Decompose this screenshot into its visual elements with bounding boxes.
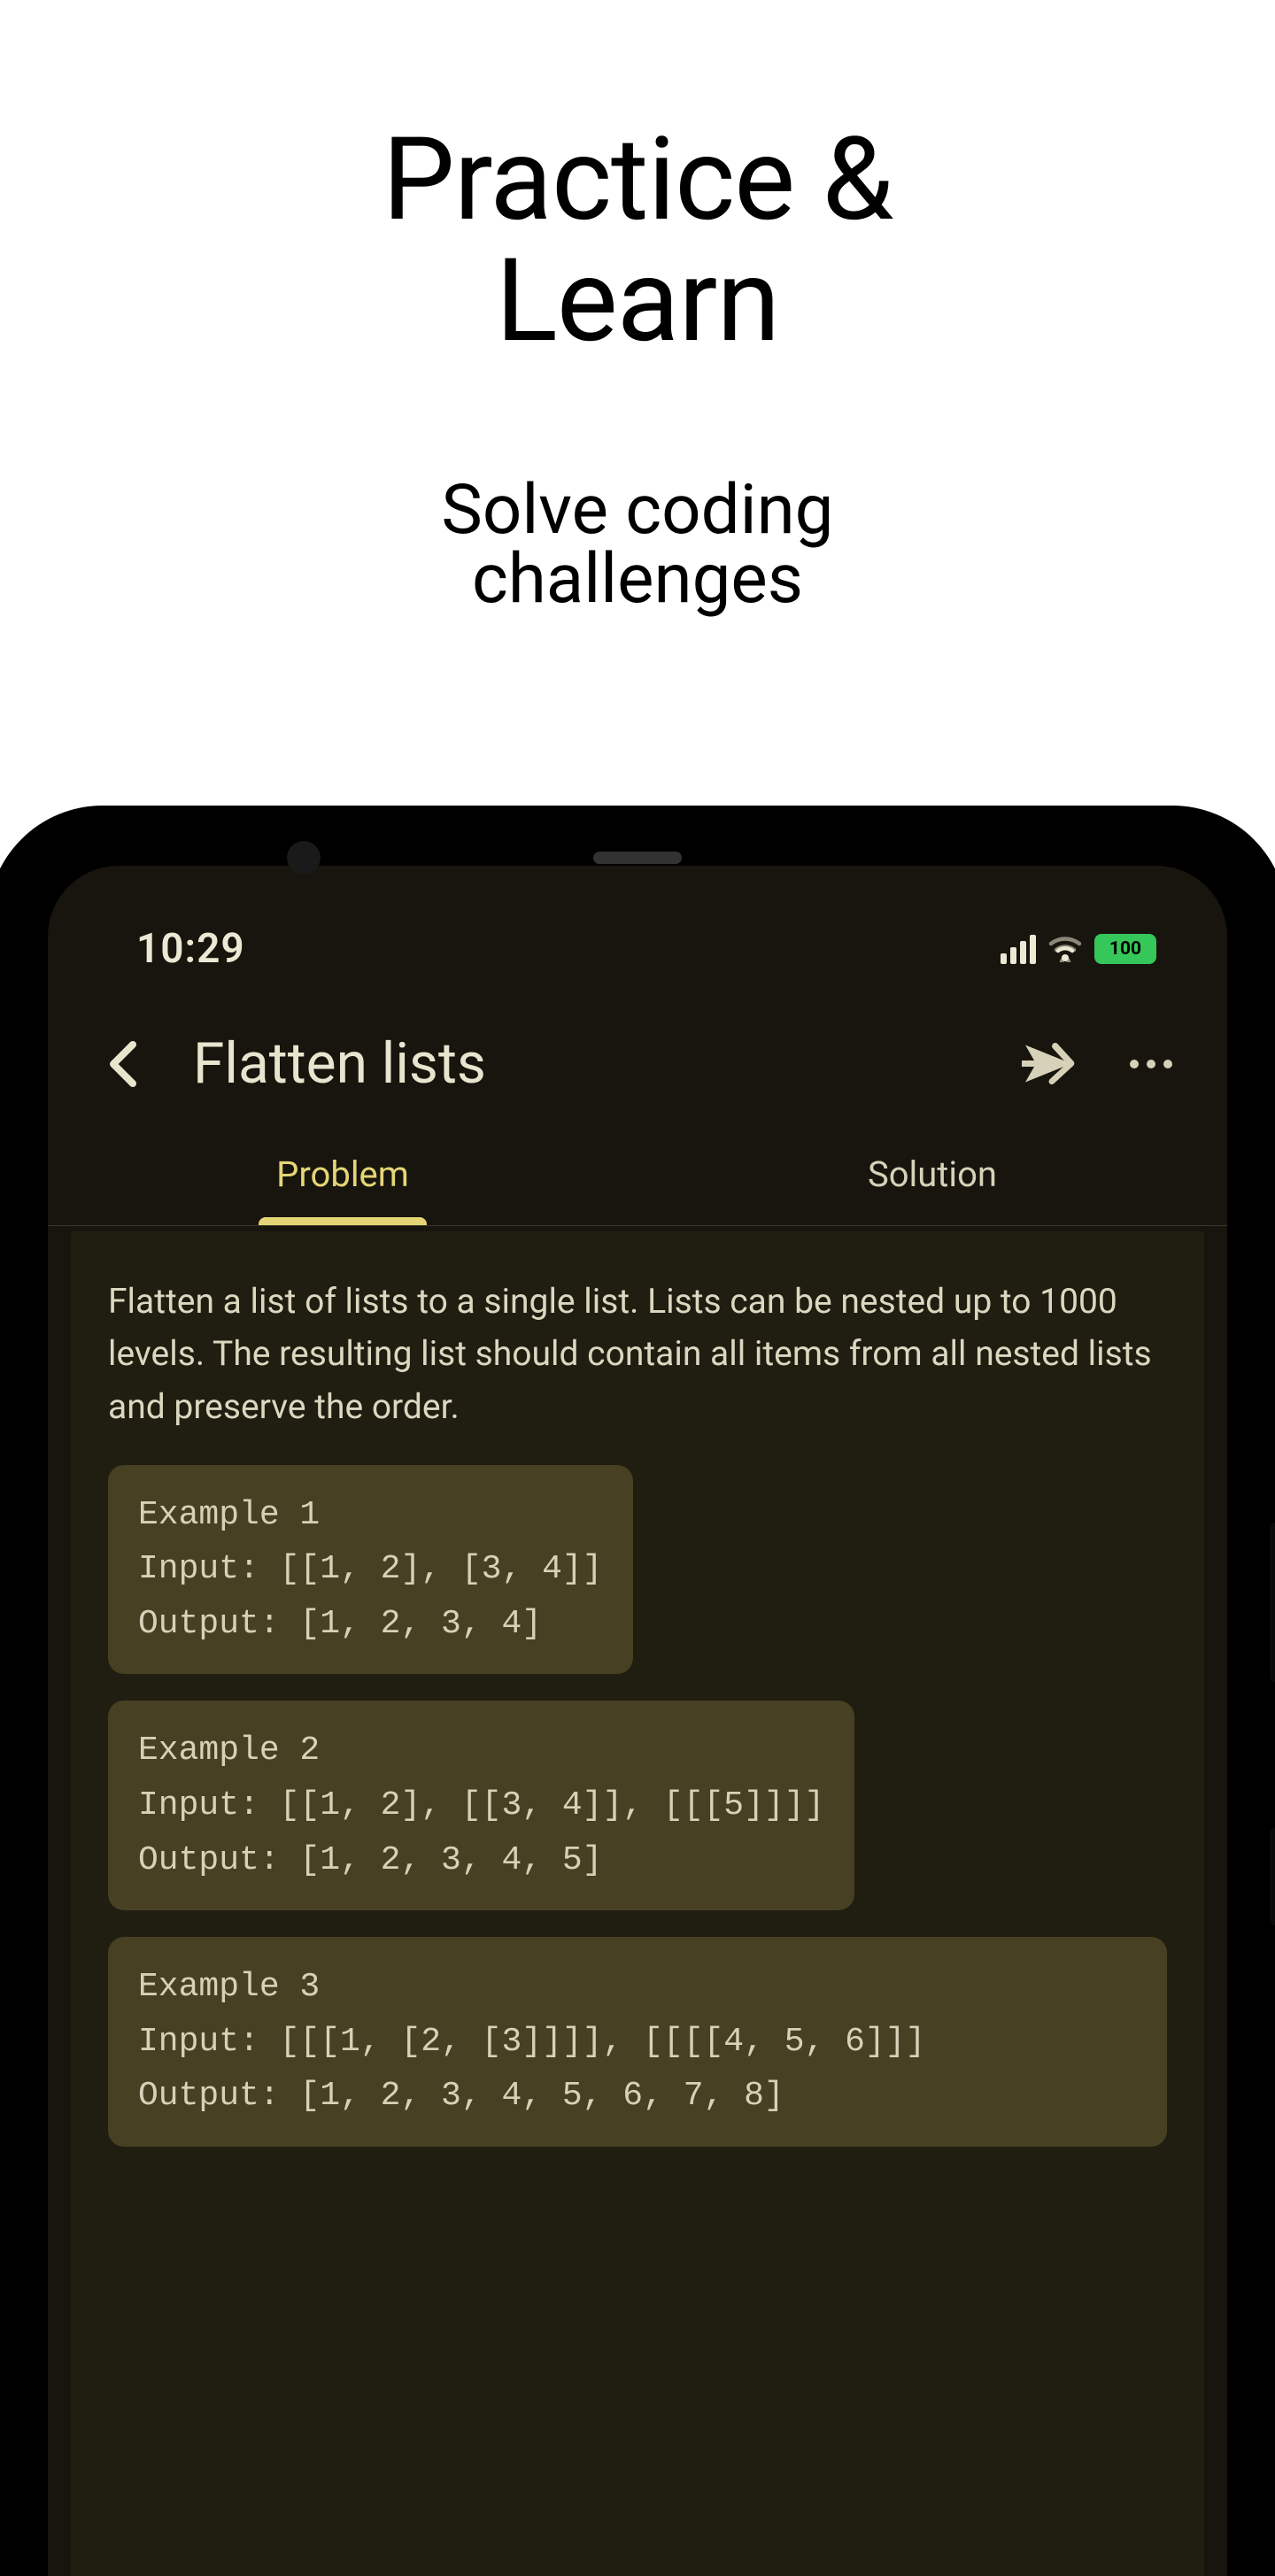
phone-side-button — [1270, 1523, 1275, 1682]
phone-camera — [287, 841, 321, 875]
tab-indicator — [259, 1217, 427, 1225]
tabs: Problem Solution — [48, 1129, 1227, 1226]
problem-description: Flatten a list of lists to a single list… — [108, 1276, 1167, 1433]
tab-label: Solution — [868, 1153, 997, 1195]
promo-subtitle: Solve coding challenges — [0, 476, 1275, 614]
signal-icon — [1001, 935, 1036, 964]
phone-frame: 10:29 — [0, 806, 1275, 2576]
send-icon — [1022, 1039, 1075, 1088]
promo-subtitle-line2: challenges — [472, 539, 803, 620]
more-button[interactable] — [1124, 1037, 1178, 1091]
promo-title-line1: Practice & — [382, 112, 893, 247]
chevron-left-icon — [106, 1037, 142, 1091]
status-time: 10:29 — [136, 925, 245, 973]
promo-title: Practice & Learn — [0, 0, 1275, 361]
more-horizontal-icon — [1129, 1059, 1173, 1069]
app-header: Flatten lists — [48, 990, 1227, 1129]
example-block: Example 3 Input: [[[1, [2, [3]]]], [[[[4… — [108, 1937, 1167, 2147]
battery-icon: 100 — [1094, 934, 1156, 964]
example-block: Example 2 Input: [[1, 2], [[3, 4]], [[[5… — [108, 1701, 854, 1910]
content-area[interactable]: Flatten a list of lists to a single list… — [71, 1231, 1204, 2576]
tab-label: Problem — [276, 1153, 409, 1195]
example-block: Example 1 Input: [[1, 2], [3, 4]] Output… — [108, 1465, 633, 1675]
tab-problem[interactable]: Problem — [48, 1129, 638, 1225]
promo-title-line2: Learn — [496, 233, 780, 368]
tab-solution[interactable]: Solution — [638, 1129, 1227, 1225]
phone-screen: 10:29 — [48, 866, 1227, 2576]
status-bar: 10:29 — [48, 866, 1227, 990]
back-button[interactable] — [97, 1037, 151, 1091]
battery-level: 100 — [1109, 938, 1141, 960]
wifi-icon — [1048, 936, 1082, 962]
page-title: Flatten lists — [193, 1030, 979, 1097]
submit-button[interactable] — [1022, 1037, 1075, 1091]
status-icons: 100 — [1001, 934, 1156, 964]
phone-speaker — [593, 852, 682, 864]
phone-side-button — [1270, 1828, 1275, 1925]
